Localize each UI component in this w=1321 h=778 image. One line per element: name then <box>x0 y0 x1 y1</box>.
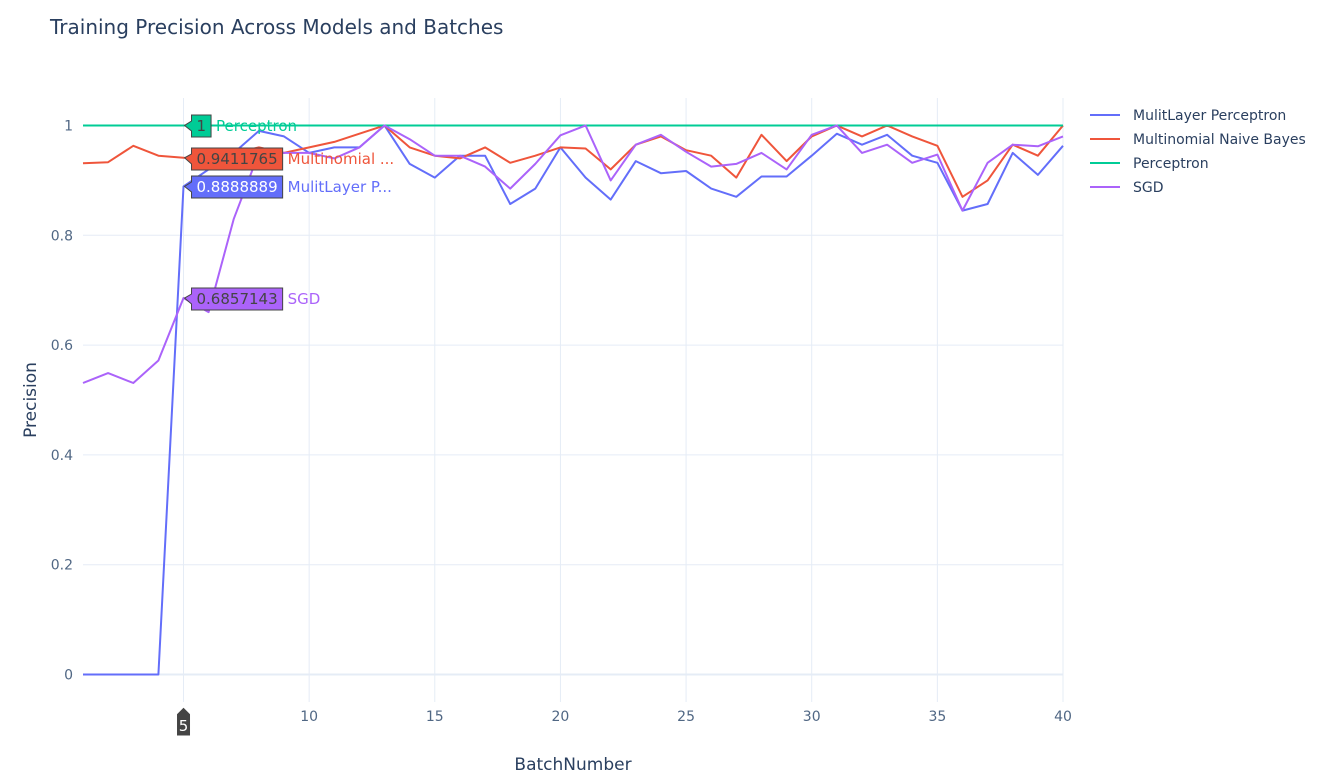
y-tick-label: 0.6 <box>51 338 73 354</box>
legend[interactable]: MulitLayer Perceptron Multinomial Naive B… <box>1090 108 1306 196</box>
hover-value: 0.8888889 <box>197 178 278 196</box>
legend-label: SGD <box>1133 180 1164 196</box>
y-tick-label: 0.8 <box>51 228 73 244</box>
series-lines <box>82 124 1064 676</box>
legend-item[interactable]: MulitLayer Perceptron <box>1090 108 1286 124</box>
y-axis-title: Precision <box>21 362 41 438</box>
x-tick-label: 20 <box>552 709 570 725</box>
hover-label: 0.6857143 SGD <box>183 287 321 311</box>
chart: Training Precision Across Models and Bat… <box>21 15 1306 775</box>
x-tick-label: 30 <box>803 709 821 725</box>
y-tick-label: 1 <box>64 118 73 134</box>
svg-text:5: 5 <box>179 717 189 735</box>
hover-labels: 5 1 Perceptron 0.9411765 Multinomial ... 0.88… <box>176 114 395 737</box>
hover-value: 0.9411765 <box>197 150 278 168</box>
x-tick-label: 40 <box>1054 709 1072 725</box>
hover-label: 1 Perceptron <box>183 114 297 138</box>
x-axis-title: BatchNumber <box>514 755 631 775</box>
y-tick-label: 0.2 <box>51 558 73 574</box>
x-tick-label: 10 <box>300 709 318 725</box>
x-tick-label: 15 <box>426 709 444 725</box>
x-tick-label: 35 <box>928 709 946 725</box>
legend-label: Perceptron <box>1133 156 1209 172</box>
hover-value: 1 <box>197 117 207 135</box>
legend-item[interactable]: Multinomial Naive Bayes <box>1090 132 1306 148</box>
hover-series-name: SGD <box>288 290 321 308</box>
hover-x-label: 5 <box>176 706 192 737</box>
y-tick-label: 0 <box>64 668 73 684</box>
hover-series-name: Multinomial ... <box>288 150 395 168</box>
chart-title: Training Precision Across Models and Bat… <box>49 15 503 39</box>
legend-item[interactable]: Perceptron <box>1090 156 1209 172</box>
hover-series-name: MulitLayer P... <box>288 178 392 196</box>
hover-series-name: Perceptron <box>216 117 297 135</box>
x-axis-ticks: 510152025303540 <box>179 709 1072 725</box>
hover-value: 0.6857143 <box>197 290 278 308</box>
hover-label: 0.8888889 MulitLayer P... <box>183 175 392 199</box>
legend-label: MulitLayer Perceptron <box>1133 108 1286 124</box>
legend-item[interactable]: SGD <box>1090 180 1164 196</box>
y-axis-ticks: 0 0.2 0.4 0.6 0.8 1 <box>51 118 73 683</box>
x-tick-label: 25 <box>677 709 695 725</box>
legend-label: Multinomial Naive Bayes <box>1133 132 1306 148</box>
hover-label: 0.9411765 Multinomial ... <box>183 147 395 171</box>
y-tick-label: 0.4 <box>51 448 73 464</box>
series-line-mulitlayer-perceptron <box>83 124 1064 676</box>
